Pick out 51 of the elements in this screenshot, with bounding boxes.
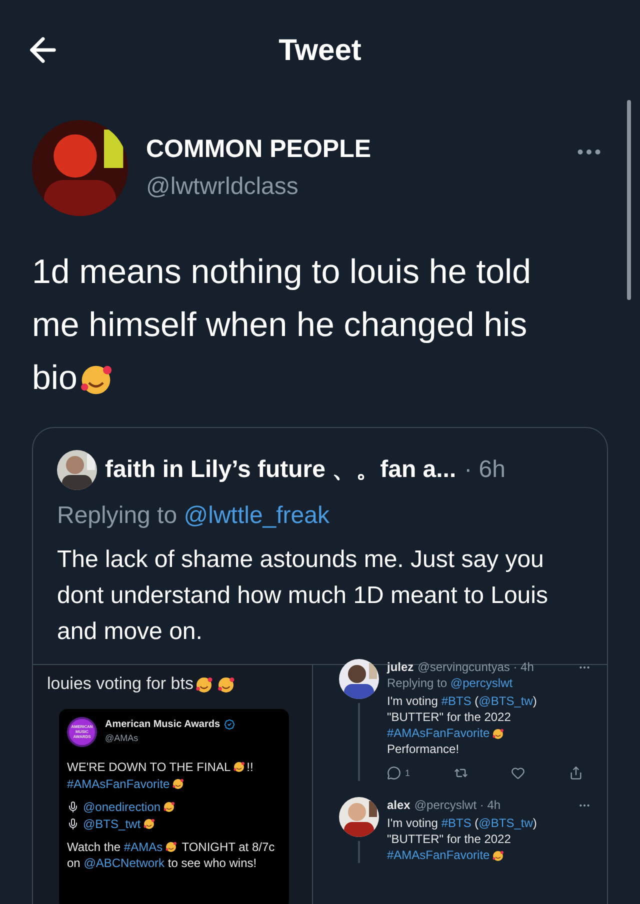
link[interactable]: @BTS_tw bbox=[478, 816, 533, 830]
reply-author-name: alex bbox=[387, 797, 410, 813]
caption-text: louies voting for bts bbox=[47, 671, 312, 696]
quoted-author-name: faith in Lily’s future 、。fan a... bbox=[105, 455, 456, 485]
retweet-icon[interactable] bbox=[454, 766, 468, 780]
emoji-icon bbox=[232, 761, 245, 774]
account-handle: @AMAs bbox=[105, 732, 140, 746]
link[interactable]: #AMAsFanFavorite bbox=[387, 726, 490, 740]
like-icon[interactable] bbox=[511, 766, 526, 780]
tweet-line: WE'RE DOWN TO THE FINAL !! bbox=[67, 758, 254, 774]
link[interactable]: @ABCNetwork bbox=[84, 856, 165, 870]
link[interactable]: @BTS_tw bbox=[478, 694, 533, 708]
tweet-line: Watch the #AMAs TONIGHT at 8/7c on @ABCNetwork to see who wins! bbox=[67, 838, 276, 870]
reply-text: I'm voting #BTS (@BTS_tw) "BUTTER" for the 2022 #AMAsFanFavorite Performance! bbox=[387, 693, 537, 757]
emoji-icon bbox=[172, 778, 184, 790]
link[interactable]: @onedirection bbox=[83, 800, 161, 814]
quoted-tweet-card[interactable] bbox=[32, 427, 608, 904]
link[interactable]: #BTS bbox=[441, 694, 472, 708]
reply-handle: @percyslwt · 4h bbox=[414, 797, 501, 813]
link[interactable]: #BTS bbox=[441, 816, 472, 830]
page-title: Tweet bbox=[278, 32, 362, 68]
quoted-time: · 6h bbox=[464, 455, 506, 485]
share-icon[interactable] bbox=[568, 766, 583, 780]
display-name: COMMON PEOPLE bbox=[146, 134, 372, 166]
microphone-icon bbox=[67, 818, 79, 830]
link[interactable]: @BTS_twt bbox=[83, 816, 141, 830]
link[interactable]: @lwttle_freak bbox=[184, 502, 330, 529]
emoji-icon bbox=[492, 850, 504, 862]
emoji-icon bbox=[492, 728, 504, 740]
emoji-icon bbox=[164, 841, 177, 854]
emoji-icon bbox=[217, 676, 236, 694]
emoji-icon bbox=[162, 801, 175, 814]
reply-count: 1 bbox=[405, 767, 410, 780]
emoji-icon bbox=[195, 676, 214, 694]
link[interactable]: #AMAsFanFavorite bbox=[387, 848, 490, 862]
microphone-icon bbox=[67, 801, 79, 814]
reply-text: I'm voting #BTS (@BTS_tw) "BUTTER" for the 2022 #AMAsFanFavorite bbox=[387, 815, 537, 863]
link[interactable]: @percyslwt bbox=[450, 676, 513, 690]
replying-to-line: Replying to @percyslwt bbox=[387, 675, 514, 691]
tweet-text: 1d means nothing to louis he told me himself when he changed his bio bbox=[32, 252, 532, 400]
user-handle: @lwtwrldclass bbox=[146, 172, 300, 202]
link[interactable]: #AMAsFanFavorite bbox=[67, 776, 170, 790]
replying-to-line: Replying to @lwttle_freak bbox=[56, 501, 330, 531]
emoji-icon bbox=[142, 818, 155, 830]
thread-line bbox=[358, 841, 360, 863]
account-name: American Music Awards bbox=[105, 718, 220, 732]
reply-author-name: julez bbox=[387, 659, 414, 675]
link[interactable]: #AMAs bbox=[124, 840, 163, 854]
reply-handle: @servingcuntyas · 4h bbox=[418, 659, 534, 675]
reply-icon[interactable] bbox=[387, 766, 401, 780]
quoted-text: The lack of shame astounds me. Just say you dont understand how much 1D meant to Louis and move on. bbox=[57, 545, 549, 647]
